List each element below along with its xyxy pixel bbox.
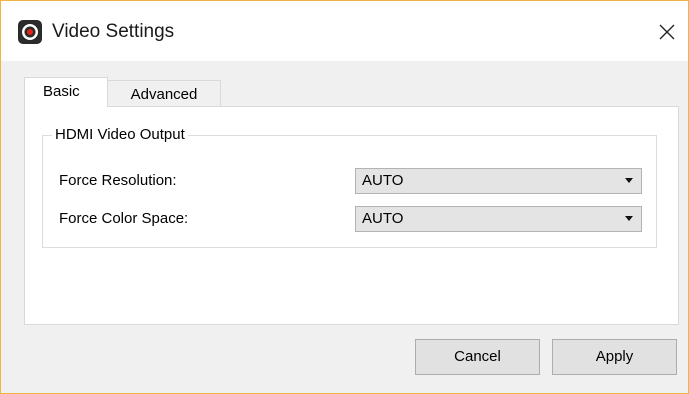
force-color-space-label: Force Color Space: xyxy=(59,210,189,227)
force-resolution-value: AUTO xyxy=(362,172,404,189)
tab-panel-basic: HDMI Video Output Force Resolution: AUTO… xyxy=(24,106,679,325)
force-resolution-select[interactable]: AUTO xyxy=(355,168,642,194)
title-bar[interactable]: Video Settings xyxy=(1,1,688,61)
tab-basic[interactable]: Basic xyxy=(24,77,108,107)
apply-button[interactable]: Apply xyxy=(552,339,677,375)
dialog-window: Video Settings Basic Advanced HDMI Video… xyxy=(0,0,689,394)
force-color-space-value: AUTO xyxy=(362,210,404,227)
camera-app-icon xyxy=(18,20,42,44)
chevron-down-icon xyxy=(625,216,633,221)
cancel-button[interactable]: Cancel xyxy=(415,339,540,375)
group-title: HDMI Video Output xyxy=(52,126,188,144)
force-color-space-select[interactable]: AUTO xyxy=(355,206,642,232)
chevron-down-icon xyxy=(625,178,633,183)
force-resolution-label: Force Resolution: xyxy=(59,172,177,189)
hdmi-video-output-group: HDMI Video Output Force Resolution: AUTO… xyxy=(42,126,657,248)
tab-advanced[interactable]: Advanced xyxy=(108,80,221,107)
window-title: Video Settings xyxy=(52,21,175,42)
close-icon[interactable] xyxy=(653,18,681,46)
